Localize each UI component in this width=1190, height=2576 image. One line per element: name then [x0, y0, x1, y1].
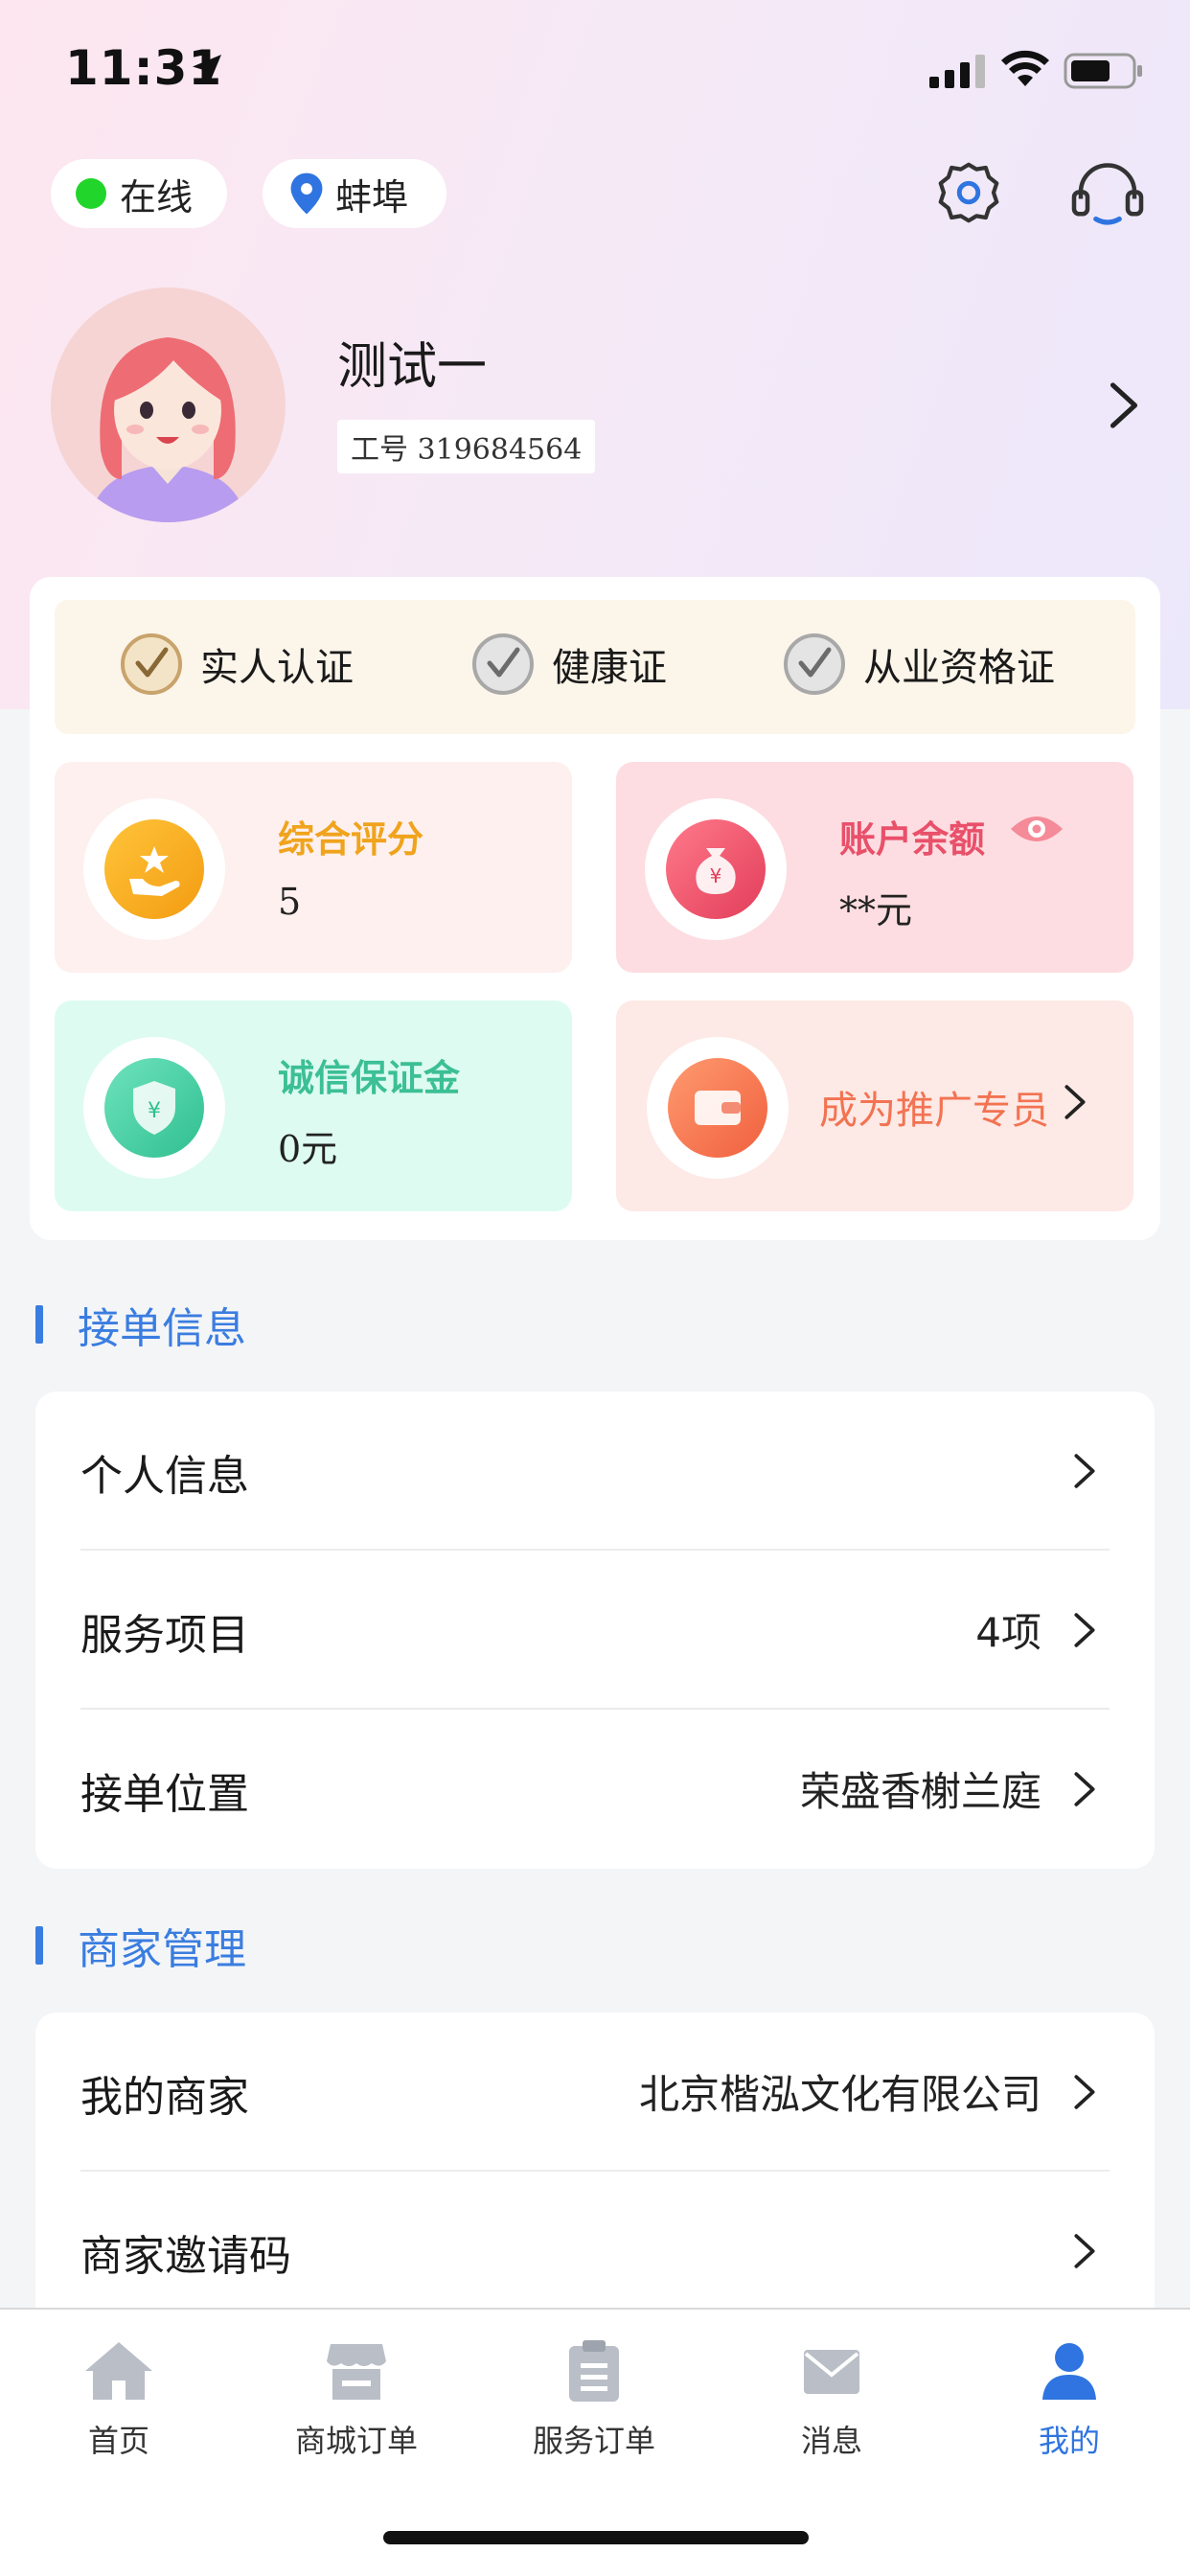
chevron-right-icon: [1074, 1454, 1095, 1488]
balance-value: **元: [839, 889, 913, 932]
tab-home[interactable]: 首页: [23, 2338, 215, 2461]
section-accent-bar: [35, 1926, 43, 1965]
list-item-personal-info[interactable]: 个人信息: [35, 1392, 1155, 1551]
tab-mall-orders[interactable]: 商城订单: [261, 2338, 452, 2461]
list-item-value: 4项: [975, 1609, 1041, 1656]
city-chip[interactable]: 蚌埠: [263, 159, 446, 228]
employee-id: 工号 319684564: [337, 420, 596, 473]
home-icon: [85, 2342, 152, 2400]
cert-qualification[interactable]: 从业资格证: [783, 632, 1055, 696]
cert-real-person[interactable]: 实人认证: [120, 632, 354, 696]
score-tile[interactable]: 综合评分 5: [55, 762, 572, 973]
list-item-label: 接单位置: [80, 1770, 249, 1819]
deposit-tile[interactable]: ¥ 诚信保证金 0元: [55, 1000, 572, 1211]
section-merchant-header: 商家管理: [35, 1915, 246, 1976]
verified-check-icon: [121, 633, 182, 695]
cellular-signal-icon: [929, 55, 985, 88]
avatar[interactable]: [51, 288, 286, 522]
promoter-label: 成为推广专员: [819, 1089, 1049, 1133]
battery-icon: [1064, 53, 1142, 89]
online-status-label: 在线: [120, 175, 194, 218]
cert-label: 健康证: [552, 646, 667, 690]
chevron-right-icon: [1064, 1085, 1086, 1119]
profile-name: 测试一: [337, 338, 488, 396]
list-item-service-items[interactable]: 服务项目 4项: [35, 1551, 1155, 1710]
store-icon: [327, 2344, 386, 2400]
chevron-right-icon: [1074, 1772, 1095, 1806]
profile-chevron-icon[interactable]: [1107, 381, 1141, 429]
mail-icon: [804, 2350, 859, 2394]
order-info-list: 个人信息 服务项目 4项 接单位置 荣盛香榭兰庭: [35, 1392, 1155, 1869]
online-status-chip[interactable]: 在线: [51, 159, 227, 228]
score-icon-wrap: [83, 798, 225, 940]
rating-hand-icon: [104, 819, 204, 919]
svg-text:¥: ¥: [710, 864, 722, 887]
balance-label: 账户余额: [839, 818, 986, 861]
eye-toggle-icon[interactable]: [1009, 810, 1064, 848]
cert-label: 从业资格证: [863, 646, 1055, 690]
avatar-illustration: [51, 288, 285, 522]
section-title: 商家管理: [78, 1925, 246, 1974]
section-title: 接单信息: [78, 1304, 246, 1353]
merchant-list: 我的商家 北京楷泓文化有限公司 商家邀请码: [35, 2012, 1155, 2358]
cert-label: 实人认证: [200, 646, 354, 690]
deposit-label: 诚信保证金: [278, 1057, 461, 1099]
unverified-check-icon: [784, 633, 845, 695]
status-bar: 11:31: [0, 0, 1190, 144]
list-item-label: 个人信息: [80, 1452, 249, 1501]
cert-health[interactable]: 健康证: [471, 632, 667, 696]
clipboard-icon: [569, 2340, 619, 2402]
home-indicator[interactable]: [383, 2531, 809, 2544]
online-dot-icon: [76, 178, 106, 209]
svg-text:¥: ¥: [148, 1099, 161, 1123]
chevron-right-icon: [1074, 2234, 1095, 2268]
score-value: 5: [278, 881, 302, 923]
settings-gear-icon[interactable]: [931, 155, 1006, 230]
chevron-right-icon: [1074, 2075, 1095, 2109]
chevron-right-icon: [1074, 1613, 1095, 1647]
wallet-icon: [668, 1058, 767, 1158]
score-label: 综合评分: [278, 818, 424, 861]
tab-label: 首页: [87, 2423, 149, 2459]
list-item-label: 商家邀请码: [80, 2232, 291, 2281]
list-item-value: 荣盛香榭兰庭: [799, 1768, 1041, 1815]
become-promoter-tile[interactable]: 成为推广专员: [616, 1000, 1133, 1211]
deposit-icon-wrap: ¥: [83, 1037, 225, 1179]
location-arrow-icon: [193, 55, 221, 83]
list-item-order-location[interactable]: 接单位置 荣盛香榭兰庭: [35, 1710, 1155, 1869]
section-order-info-header: 接单信息: [35, 1294, 246, 1355]
location-pin-icon: [290, 172, 323, 215]
tab-mine[interactable]: 我的: [973, 2338, 1165, 2461]
tab-label: 我的: [1038, 2423, 1100, 2459]
city-label: 蚌埠: [335, 175, 409, 218]
promoter-icon-wrap: [647, 1037, 789, 1179]
tab-service-orders[interactable]: 服务订单: [498, 2338, 690, 2461]
list-item-my-merchant[interactable]: 我的商家 北京楷泓文化有限公司: [35, 2012, 1155, 2172]
unverified-check-icon: [472, 633, 534, 695]
shield-yen-icon: ¥: [104, 1058, 204, 1158]
section-accent-bar: [35, 1305, 43, 1344]
wifi-icon: [1001, 50, 1049, 86]
tab-label: 服务订单: [532, 2423, 655, 2459]
tab-messages[interactable]: 消息: [736, 2338, 927, 2461]
list-item-value: 北京楷泓文化有限公司: [638, 2071, 1041, 2118]
customer-service-headset-icon[interactable]: [1067, 155, 1148, 236]
balance-icon-wrap: ¥: [645, 798, 787, 940]
list-item-label: 服务项目: [80, 1611, 249, 1660]
deposit-value: 0元: [278, 1128, 338, 1170]
user-icon: [1042, 2343, 1096, 2400]
tab-label: 消息: [800, 2423, 862, 2459]
tab-label: 商城订单: [294, 2423, 418, 2459]
balance-tile[interactable]: ¥ 账户余额 **元: [616, 762, 1133, 973]
money-bag-icon: ¥: [666, 819, 766, 919]
list-item-label: 我的商家: [80, 2073, 249, 2122]
